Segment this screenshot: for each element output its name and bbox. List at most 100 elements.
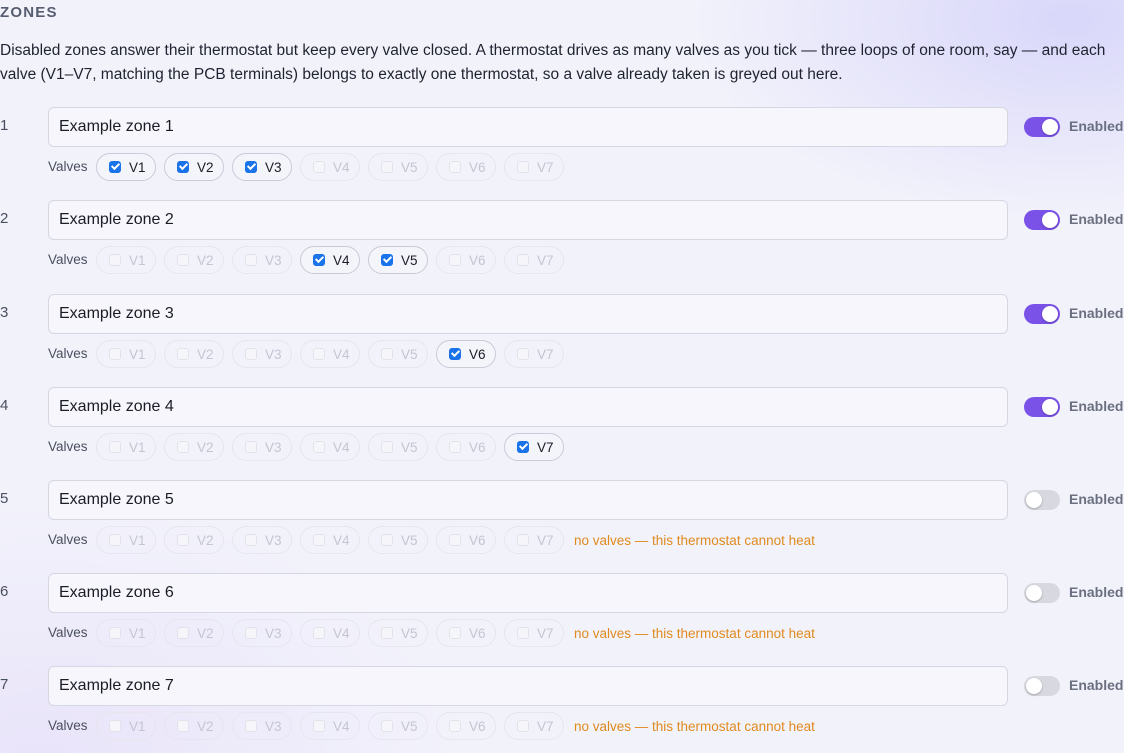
checkbox-checked-icon[interactable] (177, 161, 189, 173)
zone-enabled-toggle[interactable] (1024, 117, 1060, 137)
valve-chip-v6[interactable]: V6 (436, 153, 496, 181)
valve-chip-v3[interactable]: V3 (232, 712, 292, 740)
checkbox-unchecked-icon[interactable] (449, 627, 461, 639)
valve-chip-v3[interactable]: V3 (232, 246, 292, 274)
checkbox-unchecked-icon[interactable] (517, 627, 529, 639)
valve-chip-v7[interactable]: V7 (504, 433, 564, 461)
valve-chip-v4[interactable]: V4 (300, 619, 360, 647)
valve-chip-v6[interactable]: V6 (436, 433, 496, 461)
checkbox-unchecked-icon[interactable] (517, 254, 529, 266)
zone-name-input[interactable] (48, 480, 1008, 520)
zone-enabled-toggle[interactable] (1024, 490, 1060, 510)
checkbox-unchecked-icon[interactable] (381, 348, 393, 360)
valve-chip-v2[interactable]: V2 (164, 340, 224, 368)
valve-chip-v3[interactable]: V3 (232, 433, 292, 461)
valve-chip-v2[interactable]: V2 (164, 526, 224, 554)
valve-chip-v4[interactable]: V4 (300, 246, 360, 274)
checkbox-unchecked-icon[interactable] (245, 534, 257, 546)
valve-chip-v1[interactable]: V1 (96, 340, 156, 368)
valve-chip-v2[interactable]: V2 (164, 433, 224, 461)
checkbox-unchecked-icon[interactable] (313, 348, 325, 360)
checkbox-unchecked-icon[interactable] (177, 720, 189, 732)
checkbox-unchecked-icon[interactable] (381, 534, 393, 546)
valve-chip-v7[interactable]: V7 (504, 619, 564, 647)
checkbox-unchecked-icon[interactable] (449, 161, 461, 173)
zone-enabled-toggle[interactable] (1024, 397, 1060, 417)
checkbox-unchecked-icon[interactable] (381, 441, 393, 453)
checkbox-unchecked-icon[interactable] (449, 720, 461, 732)
checkbox-unchecked-icon[interactable] (109, 254, 121, 266)
zone-name-input[interactable] (48, 294, 1008, 334)
checkbox-unchecked-icon[interactable] (177, 348, 189, 360)
zone-name-input[interactable] (48, 200, 1008, 240)
valve-chip-v4[interactable]: V4 (300, 433, 360, 461)
valve-chip-v1[interactable]: V1 (96, 712, 156, 740)
valve-chip-v6[interactable]: V6 (436, 246, 496, 274)
valve-chip-v5[interactable]: V5 (368, 619, 428, 647)
valve-chip-v2[interactable]: V2 (164, 153, 224, 181)
valve-chip-v1[interactable]: V1 (96, 526, 156, 554)
valve-chip-v7[interactable]: V7 (504, 246, 564, 274)
valve-chip-v5[interactable]: V5 (368, 526, 428, 554)
checkbox-unchecked-icon[interactable] (517, 161, 529, 173)
checkbox-checked-icon[interactable] (313, 254, 325, 266)
checkbox-unchecked-icon[interactable] (245, 441, 257, 453)
checkbox-unchecked-icon[interactable] (517, 720, 529, 732)
checkbox-checked-icon[interactable] (449, 348, 461, 360)
checkbox-unchecked-icon[interactable] (245, 720, 257, 732)
checkbox-unchecked-icon[interactable] (313, 720, 325, 732)
valve-chip-v4[interactable]: V4 (300, 340, 360, 368)
valve-chip-v5[interactable]: V5 (368, 153, 428, 181)
checkbox-unchecked-icon[interactable] (245, 627, 257, 639)
valve-chip-v2[interactable]: V2 (164, 246, 224, 274)
valve-chip-v1[interactable]: V1 (96, 433, 156, 461)
checkbox-unchecked-icon[interactable] (381, 627, 393, 639)
valve-chip-v1[interactable]: V1 (96, 246, 156, 274)
valve-chip-v3[interactable]: V3 (232, 153, 292, 181)
valve-chip-v3[interactable]: V3 (232, 340, 292, 368)
valve-chip-v1[interactable]: V1 (96, 619, 156, 647)
zone-name-input[interactable] (48, 573, 1008, 613)
valve-chip-v6[interactable]: V6 (436, 526, 496, 554)
checkbox-unchecked-icon[interactable] (177, 254, 189, 266)
checkbox-unchecked-icon[interactable] (245, 348, 257, 360)
checkbox-unchecked-icon[interactable] (449, 254, 461, 266)
valve-chip-v7[interactable]: V7 (504, 526, 564, 554)
checkbox-unchecked-icon[interactable] (313, 534, 325, 546)
zone-enabled-toggle[interactable] (1024, 583, 1060, 603)
checkbox-unchecked-icon[interactable] (449, 534, 461, 546)
checkbox-unchecked-icon[interactable] (109, 348, 121, 360)
valve-chip-v1[interactable]: V1 (96, 153, 156, 181)
checkbox-checked-icon[interactable] (109, 161, 121, 173)
zone-enabled-toggle[interactable] (1024, 304, 1060, 324)
checkbox-unchecked-icon[interactable] (449, 441, 461, 453)
checkbox-checked-icon[interactable] (381, 254, 393, 266)
valve-chip-v2[interactable]: V2 (164, 619, 224, 647)
valve-chip-v6[interactable]: V6 (436, 712, 496, 740)
checkbox-unchecked-icon[interactable] (517, 348, 529, 360)
zone-enabled-toggle[interactable] (1024, 676, 1060, 696)
checkbox-unchecked-icon[interactable] (381, 720, 393, 732)
checkbox-unchecked-icon[interactable] (517, 534, 529, 546)
valve-chip-v4[interactable]: V4 (300, 712, 360, 740)
valve-chip-v5[interactable]: V5 (368, 433, 428, 461)
checkbox-checked-icon[interactable] (245, 161, 257, 173)
valve-chip-v4[interactable]: V4 (300, 153, 360, 181)
checkbox-unchecked-icon[interactable] (109, 720, 121, 732)
checkbox-unchecked-icon[interactable] (109, 534, 121, 546)
checkbox-unchecked-icon[interactable] (177, 534, 189, 546)
zone-name-input[interactable] (48, 666, 1008, 706)
valve-chip-v6[interactable]: V6 (436, 619, 496, 647)
checkbox-unchecked-icon[interactable] (177, 627, 189, 639)
valve-chip-v5[interactable]: V5 (368, 340, 428, 368)
checkbox-unchecked-icon[interactable] (313, 441, 325, 453)
checkbox-checked-icon[interactable] (517, 441, 529, 453)
valve-chip-v4[interactable]: V4 (300, 526, 360, 554)
checkbox-unchecked-icon[interactable] (245, 254, 257, 266)
checkbox-unchecked-icon[interactable] (381, 161, 393, 173)
checkbox-unchecked-icon[interactable] (177, 441, 189, 453)
valve-chip-v3[interactable]: V3 (232, 526, 292, 554)
checkbox-unchecked-icon[interactable] (109, 441, 121, 453)
valve-chip-v3[interactable]: V3 (232, 619, 292, 647)
zone-name-input[interactable] (48, 387, 1008, 427)
